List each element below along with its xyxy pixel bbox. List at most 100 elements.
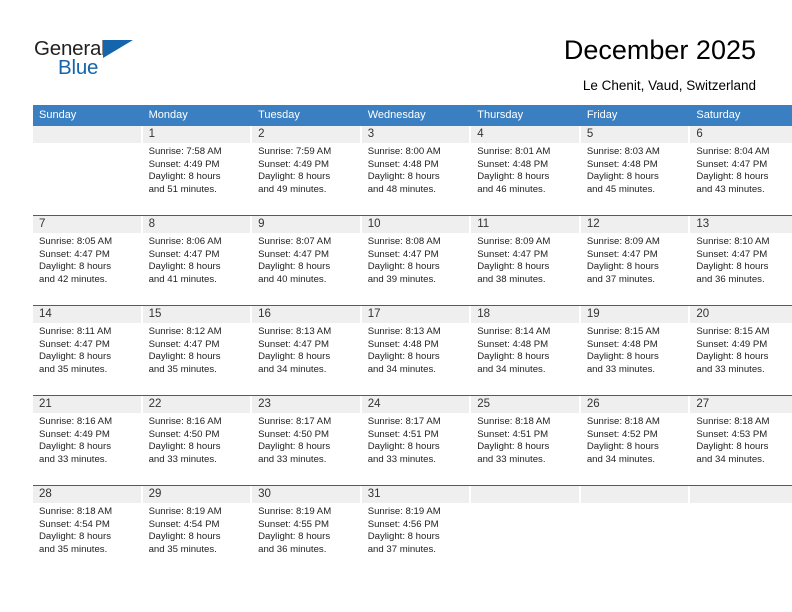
weekday-header-row: Sunday Monday Tuesday Wednesday Thursday…: [33, 105, 792, 126]
day-cell[interactable]: 22 Sunrise: 8:16 AM Sunset: 4:50 PM Dayl…: [142, 395, 253, 486]
day-cell[interactable]: 11 Sunrise: 8:09 AM Sunset: 4:47 PM Dayl…: [471, 215, 581, 306]
sunset-text: Sunset: 4:47 PM: [148, 338, 220, 350]
day-number: 22: [142, 396, 251, 413]
daylight-text-line1: Daylight: 8 hours: [258, 441, 331, 453]
sunrise-text: Sunrise: 8:13 AM: [367, 326, 441, 337]
day-details: Sunrise: 8:09 AM Sunset: 4:47 PM Dayligh…: [581, 233, 691, 286]
daylight-text-line1: Daylight: 8 hours: [696, 261, 769, 273]
page-subtitle: Le Chenit, Vaud, Switzerland: [582, 78, 756, 93]
daylight-text-line2: and 33 minutes.: [586, 363, 656, 375]
day-cell[interactable]: [690, 485, 792, 575]
sunrise-text: Sunrise: 8:03 AM: [586, 146, 660, 157]
day-number: 10: [361, 216, 470, 233]
day-number: 30: [252, 486, 360, 503]
day-cell[interactable]: 24 Sunrise: 8:17 AM Sunset: 4:51 PM Dayl…: [361, 395, 472, 486]
sunset-text: Sunset: 4:54 PM: [39, 518, 110, 530]
day-details: Sunrise: 8:10 AM Sunset: 4:47 PM Dayligh…: [690, 233, 792, 286]
day-cell[interactable]: 23 Sunrise: 8:17 AM Sunset: 4:50 PM Dayl…: [252, 395, 362, 486]
day-cell[interactable]: 31 Sunrise: 8:19 AM Sunset: 4:56 PM Dayl…: [361, 485, 472, 575]
day-number: 8: [142, 216, 251, 233]
daylight-text-line2: and 49 minutes.: [258, 183, 327, 195]
day-cell[interactable]: 7 Sunrise: 8:05 AM Sunset: 4:47 PM Dayli…: [33, 215, 143, 306]
day-cell[interactable]: [33, 126, 143, 216]
logo-text-blue: Blue: [58, 56, 99, 79]
day-cell[interactable]: 10 Sunrise: 8:08 AM Sunset: 4:47 PM Dayl…: [361, 215, 472, 306]
day-cell[interactable]: 6 Sunrise: 8:04 AM Sunset: 4:47 PM Dayli…: [690, 126, 792, 216]
daylight-text-line2: and 34 minutes.: [586, 453, 656, 465]
sunset-text: Sunset: 4:52 PM: [586, 428, 658, 440]
day-cell[interactable]: 8 Sunrise: 8:06 AM Sunset: 4:47 PM Dayli…: [142, 215, 253, 306]
daylight-text-line2: and 33 minutes.: [258, 453, 327, 465]
calendar-table: Sunday Monday Tuesday Wednesday Thursday…: [33, 105, 792, 575]
day-cell[interactable]: 17 Sunrise: 8:13 AM Sunset: 4:48 PM Dayl…: [361, 305, 472, 396]
daylight-text-line2: and 51 minutes.: [148, 183, 217, 195]
sunrise-text: Sunrise: 8:18 AM: [477, 416, 551, 427]
sunset-text: Sunset: 4:47 PM: [258, 338, 330, 350]
daylight-text-line1: Daylight: 8 hours: [258, 351, 331, 363]
day-number: 9: [252, 216, 360, 233]
daylight-text-line2: and 35 minutes.: [39, 543, 108, 555]
sunrise-text: Sunrise: 8:09 AM: [586, 236, 660, 247]
daylight-text-line2: and 46 minutes.: [477, 183, 546, 195]
day-cell[interactable]: 19 Sunrise: 8:15 AM Sunset: 4:48 PM Dayl…: [580, 305, 691, 396]
daylight-text-line1: Daylight: 8 hours: [477, 261, 550, 273]
day-details: Sunrise: 8:16 AM Sunset: 4:50 PM Dayligh…: [143, 413, 253, 466]
day-cell[interactable]: 12 Sunrise: 8:09 AM Sunset: 4:47 PM Dayl…: [580, 215, 691, 306]
daylight-text-line1: Daylight: 8 hours: [258, 531, 331, 543]
daylight-text-line1: Daylight: 8 hours: [39, 441, 111, 453]
day-cell[interactable]: 25 Sunrise: 8:18 AM Sunset: 4:51 PM Dayl…: [471, 395, 581, 486]
sunset-text: Sunset: 4:48 PM: [477, 338, 549, 350]
daylight-text-line2: and 34 minutes.: [367, 363, 436, 375]
day-number: 23: [252, 396, 360, 413]
day-cell[interactable]: 5 Sunrise: 8:03 AM Sunset: 4:48 PM Dayli…: [580, 126, 691, 216]
weekday-header-thursday: Thursday: [471, 105, 581, 126]
day-cell[interactable]: 3 Sunrise: 8:00 AM Sunset: 4:48 PM Dayli…: [361, 126, 472, 216]
sunset-text: Sunset: 4:48 PM: [477, 158, 549, 170]
general-blue-logo: General Blue: [34, 38, 154, 84]
day-number: 12: [580, 216, 689, 233]
day-number: 14: [33, 306, 141, 323]
sunset-text: Sunset: 4:49 PM: [39, 428, 110, 440]
day-cell[interactable]: [580, 485, 691, 575]
day-details: Sunrise: 8:18 AM Sunset: 4:51 PM Dayligh…: [471, 413, 581, 466]
sunset-text: Sunset: 4:50 PM: [148, 428, 220, 440]
sunrise-text: Sunrise: 8:08 AM: [367, 236, 441, 247]
day-cell[interactable]: 28 Sunrise: 8:18 AM Sunset: 4:54 PM Dayl…: [33, 485, 143, 575]
daylight-text-line1: Daylight: 8 hours: [696, 351, 769, 363]
day-cell[interactable]: 9 Sunrise: 8:07 AM Sunset: 4:47 PM Dayli…: [252, 215, 362, 306]
day-cell[interactable]: 2 Sunrise: 7:59 AM Sunset: 4:49 PM Dayli…: [252, 126, 362, 216]
sunrise-text: Sunrise: 8:18 AM: [586, 416, 660, 427]
daylight-text-line1: Daylight: 8 hours: [258, 171, 331, 183]
calendar-week-row: 14 Sunrise: 8:11 AM Sunset: 4:47 PM Dayl…: [33, 305, 792, 396]
day-cell[interactable]: 4 Sunrise: 8:01 AM Sunset: 4:48 PM Dayli…: [471, 126, 581, 216]
day-cell[interactable]: 27 Sunrise: 8:18 AM Sunset: 4:53 PM Dayl…: [690, 395, 792, 486]
page-header: General Blue December 2025 Le Chenit, Va…: [0, 0, 792, 100]
day-cell[interactable]: 18 Sunrise: 8:14 AM Sunset: 4:48 PM Dayl…: [471, 305, 581, 396]
day-number: 18: [471, 306, 579, 323]
day-cell[interactable]: 21 Sunrise: 8:16 AM Sunset: 4:49 PM Dayl…: [33, 395, 143, 486]
day-cell[interactable]: [471, 485, 581, 575]
day-number: 26: [580, 396, 689, 413]
day-number: [471, 486, 579, 503]
daylight-text-line1: Daylight: 8 hours: [586, 171, 659, 183]
day-cell[interactable]: 20 Sunrise: 8:15 AM Sunset: 4:49 PM Dayl…: [690, 305, 792, 396]
sunset-text: Sunset: 4:48 PM: [586, 338, 658, 350]
day-cell[interactable]: 14 Sunrise: 8:11 AM Sunset: 4:47 PM Dayl…: [33, 305, 143, 396]
weekday-header-sunday: Sunday: [33, 105, 143, 126]
day-cell[interactable]: 16 Sunrise: 8:13 AM Sunset: 4:47 PM Dayl…: [252, 305, 362, 396]
sunset-text: Sunset: 4:51 PM: [477, 428, 549, 440]
sunrise-text: Sunrise: 8:15 AM: [586, 326, 660, 337]
day-number: 6: [690, 126, 792, 143]
day-cell[interactable]: 1 Sunrise: 7:58 AM Sunset: 4:49 PM Dayli…: [142, 126, 253, 216]
day-cell[interactable]: 13 Sunrise: 8:10 AM Sunset: 4:47 PM Dayl…: [690, 215, 792, 306]
day-cell[interactable]: 30 Sunrise: 8:19 AM Sunset: 4:55 PM Dayl…: [252, 485, 362, 575]
day-cell[interactable]: 29 Sunrise: 8:19 AM Sunset: 4:54 PM Dayl…: [142, 485, 253, 575]
day-cell[interactable]: 15 Sunrise: 8:12 AM Sunset: 4:47 PM Dayl…: [142, 305, 253, 396]
sunset-text: Sunset: 4:49 PM: [148, 158, 220, 170]
day-cell[interactable]: 26 Sunrise: 8:18 AM Sunset: 4:52 PM Dayl…: [580, 395, 691, 486]
daylight-text-line1: Daylight: 8 hours: [148, 531, 221, 543]
daylight-text-line1: Daylight: 8 hours: [696, 171, 769, 183]
day-number: 15: [142, 306, 251, 323]
day-number: 25: [471, 396, 579, 413]
day-number: 20: [690, 306, 792, 323]
